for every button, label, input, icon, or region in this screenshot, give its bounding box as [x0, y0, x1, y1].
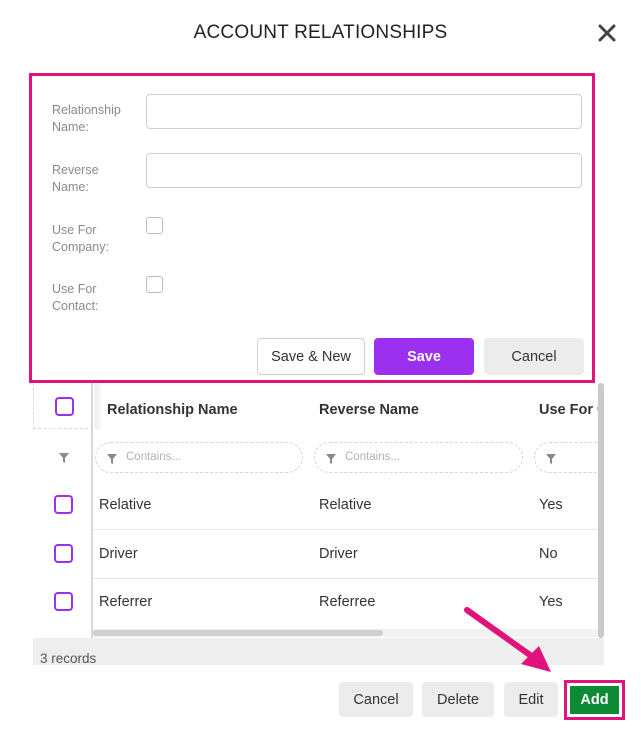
cell-relationship-name: Relative	[99, 497, 152, 513]
cell-relationship-name: Driver	[99, 546, 138, 562]
row-checkbox[interactable]	[54, 592, 73, 611]
cancel-button[interactable]: Cancel	[339, 682, 413, 717]
save-and-new-button[interactable]: Save & New	[257, 338, 365, 375]
dialog-title: ACCOUNT RELATIONSHIPS	[193, 22, 448, 43]
table-row[interactable]: Driver Driver No	[93, 531, 604, 579]
cell-reverse-name: Driver	[319, 546, 358, 562]
row-checkbox[interactable]	[54, 495, 73, 514]
add-button[interactable]: Add	[570, 686, 619, 714]
horizontal-scrollbar[interactable]	[93, 630, 383, 636]
save-button[interactable]: Save	[374, 338, 474, 375]
relationship-form-panel: Relationship Name: Reverse Name: Use For…	[29, 73, 595, 383]
select-all-checkbox[interactable]	[55, 397, 74, 416]
column-header-reverse-name[interactable]: Reverse Name	[319, 402, 419, 418]
table-row[interactable]: Relative Relative Yes	[93, 482, 604, 530]
relationship-name-label: Relationship Name:	[52, 103, 121, 134]
use-for-filter[interactable]	[534, 442, 604, 473]
filter-icon	[546, 454, 556, 464]
filter-icon	[326, 454, 336, 464]
column-header-use-for[interactable]: Use For C	[539, 402, 604, 418]
record-count: 3 records	[40, 651, 97, 665]
filter-icon[interactable]	[58, 452, 70, 464]
delete-button[interactable]: Delete	[422, 682, 494, 717]
edit-button[interactable]: Edit	[504, 682, 558, 717]
row-checkbox[interactable]	[54, 544, 73, 563]
reverse-name-label: Reverse Name:	[52, 163, 99, 194]
header-select-cell	[33, 383, 93, 429]
use-for-contact-checkbox[interactable]	[146, 276, 163, 293]
cell-use-for: Yes	[539, 497, 563, 513]
use-for-company-checkbox[interactable]	[146, 217, 163, 234]
cell-reverse-name: Relative	[319, 497, 372, 513]
filter-icon	[107, 454, 117, 464]
reverse-name-input[interactable]	[146, 153, 582, 188]
add-button-highlight: Add	[564, 680, 625, 720]
form-cancel-button[interactable]: Cancel	[484, 338, 584, 375]
cell-relationship-name: Referrer	[99, 594, 153, 610]
filter-placeholder: Contains...	[126, 451, 181, 463]
use-for-contact-label: Use For Contact:	[52, 282, 99, 313]
reverse-name-filter[interactable]: Contains...	[314, 442, 523, 473]
filter-placeholder: Contains...	[345, 451, 400, 463]
close-icon[interactable]	[594, 20, 620, 46]
vertical-scrollbar[interactable]	[598, 383, 604, 638]
annotation-arrow-icon	[464, 607, 551, 672]
relationship-name-input[interactable]	[146, 94, 582, 129]
header-divider-shadow	[95, 383, 103, 429]
relationship-name-filter[interactable]: Contains...	[95, 442, 303, 473]
cell-use-for: No	[539, 546, 558, 562]
cell-reverse-name: Referree	[319, 594, 376, 610]
use-for-company-label: Use For Company:	[52, 223, 109, 254]
column-header-relationship-name[interactable]: Relationship Name	[107, 402, 238, 418]
